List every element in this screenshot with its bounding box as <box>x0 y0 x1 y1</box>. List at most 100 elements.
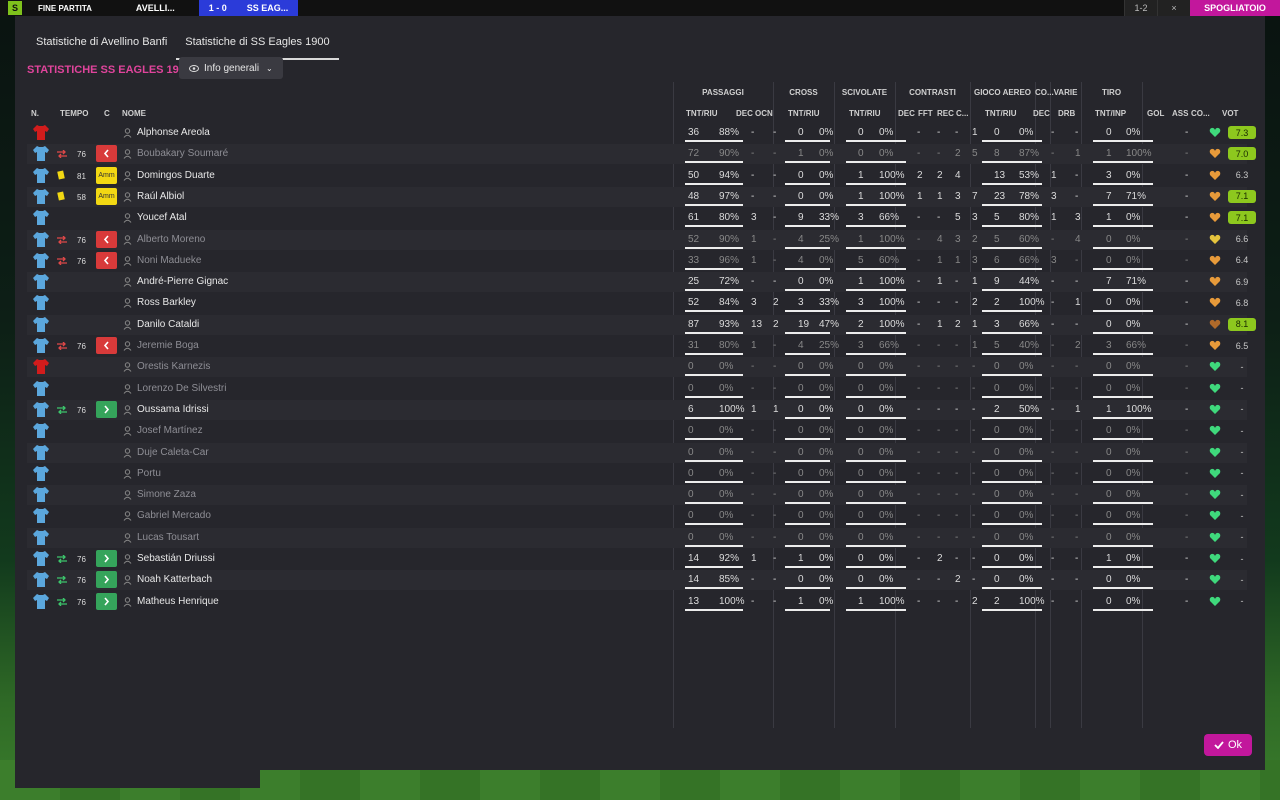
column-header-gol[interactable]: GOL <box>1147 109 1164 118</box>
cell-con-fft: - <box>937 425 941 437</box>
cell-aer-tnt: 0 <box>994 510 1000 522</box>
table-row[interactable]: Alphonse Areola 36 88% - -0 0% 0 0% - - -1 0 0% - -0 0%… <box>27 123 1256 143</box>
table-row[interactable]: Lucas Tousart 0 0% - - 0 0% 0 0% - - - - 0 0% - - 0 0% - - <box>27 527 1247 548</box>
spogliatoio-button[interactable]: SPOGLIATOIO <box>1190 0 1280 16</box>
ok-button[interactable]: Ok <box>1204 734 1252 756</box>
cell-tiro-tnt: 0 <box>1106 510 1112 522</box>
table-row[interactable]: 76 Boubakary Soumaré 72 90% - -1 0% 0 0% - -2 5 8 87%… <box>27 144 1256 165</box>
player-name[interactable]: Ross Barkley <box>137 297 196 308</box>
player-name[interactable]: Lorenzo De Silvestri <box>137 383 226 394</box>
cell-drb: 4 <box>1075 233 1081 245</box>
column-header-sciv-tnt[interactable]: TNT/RIU <box>849 109 881 118</box>
cell-aer-riu: 0% <box>1019 467 1034 479</box>
player-name[interactable]: Orestis Karnezis <box>137 361 210 372</box>
group-header-passaggi: PASSAGGI <box>702 88 744 97</box>
cell-pass-ocn: - <box>773 276 777 288</box>
table-row[interactable]: Ross Barkley 52 84% 3 2 3 33% 3 100% - - -2 2 100% -1 0… <box>27 293 1248 313</box>
player-name[interactable]: Josef Martínez <box>137 425 203 436</box>
table-row[interactable]: 76 Jeremie Boga 31 80% 1-4 25% 3 66% - - -1 5 40% -2 3… <box>27 336 1248 356</box>
cell-pass-tnt: 31 <box>688 340 700 351</box>
player-name[interactable]: Raúl Albiol <box>137 191 184 202</box>
column-header-pass-tnt[interactable]: TNT/RIU <box>686 109 718 118</box>
column-header-con-dec[interactable]: DEC <box>898 109 915 118</box>
player-name[interactable]: Noni Madueke <box>137 255 201 266</box>
view-dropdown[interactable]: Info generali ⌄ <box>179 57 283 79</box>
table-row[interactable]: Portu 0 0% - - 0 0% 0 0% - - - - 0 0% - - 0 0% - - <box>27 464 1247 484</box>
column-header-n[interactable]: N. <box>31 109 39 118</box>
cell-con-rec: - <box>955 446 959 458</box>
stat-bar <box>846 246 906 249</box>
tab-ss-eagles[interactable]: Statistiche di SS Eagles 1900 <box>176 30 339 60</box>
column-header-c[interactable]: C <box>104 109 110 118</box>
column-header-pass-dec[interactable]: DEC <box>736 109 753 118</box>
player-name[interactable]: Sebastián Driussi <box>137 553 215 564</box>
column-header-pass-ocn[interactable]: OCN <box>755 109 773 118</box>
player-name[interactable]: Alphonse Areola <box>137 127 210 138</box>
column-header-aer-tnt[interactable]: TNT/RIU <box>985 109 1017 118</box>
column-header-con-c[interactable]: C... <box>956 109 968 118</box>
close-icon[interactable]: × <box>1157 0 1190 16</box>
player-name[interactable]: Portu <box>137 468 161 479</box>
cell-co-dec: - <box>1051 340 1055 351</box>
cell-con-dec: - <box>917 276 921 288</box>
table-row[interactable]: 81 Amm Domingos Duarte 50 94% - -0 0% 1 100% 2 2 4 13… <box>27 166 1248 186</box>
player-name[interactable]: Noah Katterbach <box>137 574 212 585</box>
cell-drb: 2 <box>1075 340 1081 351</box>
table-row[interactable]: 76 Alberto Moreno 52 90% 1-4 25% 1 100% -4 3 2 5 60%… <box>27 229 1248 250</box>
player-name[interactable]: Domingos Duarte <box>137 170 215 181</box>
cell-pass-riu: 90% <box>719 233 740 245</box>
cell-tiro-inp: 66% <box>1126 340 1147 351</box>
player-name[interactable]: Jeremie Boga <box>137 340 199 351</box>
table-row[interactable]: Lorenzo De Silvestri 0 0% - - 0 0% 0 0% - - - - 0 0% - -… <box>27 379 1247 399</box>
cell-drb: - <box>1075 127 1079 138</box>
table-row[interactable]: Orestis Karnezis 0 0% - - 0 0% 0 0% - - - - 0 0% - - 0 0% -… <box>27 357 1247 378</box>
player-name[interactable]: Alberto Moreno <box>137 234 205 245</box>
table-row[interactable]: Duje Caleta-Car 0 0% - - 0 0% 0 0% - - - - 0 0% - - 0 0% - - <box>27 442 1247 463</box>
column-header-vot[interactable]: VOT <box>1222 109 1238 118</box>
table-row[interactable]: Youcef Atal 61 80% 3-9 33% 3 66% - -5 3 5 80% 1 3 1 0% -… <box>27 208 1256 228</box>
score-toggle-button[interactable]: 1-2 <box>1124 0 1157 16</box>
ok-label: Ok <box>1227 739 1243 751</box>
cell-con-fft: - <box>937 489 941 501</box>
player-name[interactable]: Duje Caleta-Car <box>137 447 209 458</box>
table-row[interactable]: Josef Martínez 0 0% - - 0 0% 0 0% - - - - 0 0% - - 0 0% - - <box>27 421 1247 441</box>
player-name[interactable]: Boubakary Soumaré <box>137 148 228 159</box>
column-header-con-rec[interactable]: REC <box>937 109 954 118</box>
column-header-co-dec[interactable]: DEC <box>1033 109 1050 118</box>
cell-drb: - <box>1075 510 1079 522</box>
column-header-co2[interactable]: CO... <box>1191 109 1210 118</box>
cell-co-dec: - <box>1051 361 1055 373</box>
table-row[interactable]: 76 Noni Madueke 33 96% 1-4 0% 5 60% -1 1 3 6 66% 3-0 0… <box>27 251 1248 271</box>
player-name[interactable]: Matheus Henrique <box>137 596 219 607</box>
table-row[interactable]: Simone Zaza 0 0% - - 0 0% 0 0% - - - - 0 0% - - 0 0% - - <box>27 485 1247 506</box>
cell-pass-dec: - <box>751 276 755 288</box>
table-row[interactable]: 76 Noah Katterbach 14 85% - -0 0% 0 0% - -2-0 0% - -0… <box>27 570 1247 591</box>
column-header-ass[interactable]: ASS <box>1172 109 1188 118</box>
substituted-on-icon <box>57 405 67 414</box>
table-row[interactable]: Danilo Cataldi 87 93% 13 2 19 47% 2 100% -1 2 1 3 66%… <box>27 314 1256 335</box>
column-header-cross-tnt[interactable]: TNT/RIU <box>788 109 820 118</box>
player-name[interactable]: Danilo Cataldi <box>137 319 199 330</box>
column-header-tiro-tnt[interactable]: TNT/INP <box>1095 109 1126 118</box>
player-name[interactable]: André-Pierre Gignac <box>137 276 228 287</box>
cell-co-dec: - <box>1051 233 1055 245</box>
player-name[interactable]: Youcef Atal <box>137 212 187 223</box>
cell-con-dec: - <box>917 233 921 245</box>
column-header-nome[interactable]: NOME <box>122 109 146 118</box>
table-row[interactable]: André-Pierre Gignac 25 72% - -0 0% 1 100% -1-1 9 4… <box>27 272 1248 293</box>
player-name[interactable]: Simone Zaza <box>137 489 196 500</box>
cell-pass-tnt: 72 <box>688 148 700 160</box>
table-row[interactable]: 58 Amm Raúl Albiol 48 97% - -0 0% 1 100% 1 1 3 7 23 78%… <box>27 186 1256 207</box>
column-header-drb[interactable]: DRB <box>1058 109 1075 118</box>
column-header-tempo[interactable]: TEMPO <box>60 109 88 118</box>
player-name[interactable]: Gabriel Mercado <box>137 510 211 521</box>
table-row[interactable]: Gabriel Mercado 0 0% - - 0 0% 0 0% - - - - 0 0% - - 0 0% - - <box>27 506 1247 526</box>
table-row[interactable]: 76 Sebastián Driussi 14 92% 1 - 1 0% 0 0% - 2 - - 0 0% -… <box>27 549 1247 569</box>
stat-bar <box>846 395 906 398</box>
table-row[interactable]: 76 Oussama Idrissi 6 100% 1 1 0 0% 0 0% - - - -2 50% -1… <box>27 399 1247 420</box>
player-name[interactable]: Lucas Tousart <box>137 532 199 543</box>
column-header-con-fft[interactable]: FFT <box>918 109 933 118</box>
table-row[interactable]: 76 Matheus Henrique 13 100% - -1 0% 1 100% - - -2 2 1… <box>27 592 1247 612</box>
player-name[interactable]: Oussama Idrissi <box>137 404 209 415</box>
tab-avellino[interactable]: Statistiche di Avellino Banfi <box>27 30 176 60</box>
